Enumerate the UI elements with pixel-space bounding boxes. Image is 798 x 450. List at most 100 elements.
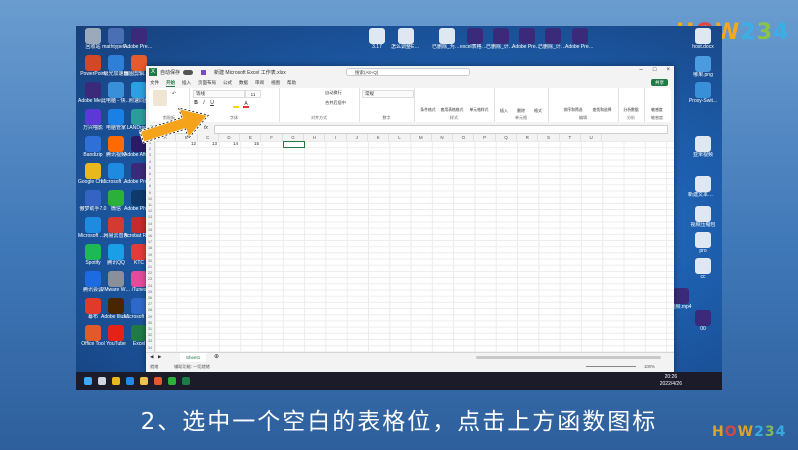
tab-8[interactable]: 帮助 <box>287 80 296 86</box>
row-header[interactable]: 9 <box>146 191 154 195</box>
row-header[interactable]: 4 <box>146 160 154 164</box>
column-header[interactable]: R <box>517 134 539 141</box>
desktop-icon[interactable]: 新建文本文档.txt <box>688 176 718 198</box>
table-format-button[interactable]: 套用表格格式 <box>440 108 464 113</box>
desktop-icon[interactable]: pro <box>688 232 718 254</box>
column-header[interactable]: N <box>432 134 454 141</box>
row-header[interactable]: 22 <box>146 271 154 275</box>
conditional-format-button[interactable]: 条件格式 <box>416 108 440 113</box>
horizontal-scrollbar[interactable] <box>476 356 661 359</box>
sheet-nav-prev-icon[interactable]: ◀ <box>150 354 153 360</box>
zoom-level[interactable]: 100% <box>644 364 655 369</box>
analyze-data-button[interactable]: 分析数据 <box>619 108 643 113</box>
share-button[interactable]: 共享 <box>651 79 668 86</box>
status-accessibility[interactable]: 辅助功能: 一切就绪 <box>174 364 210 370</box>
selected-cell[interactable] <box>283 141 305 148</box>
row-header[interactable]: 18 <box>146 246 154 250</box>
row-header[interactable]: 14 <box>146 222 154 226</box>
row-header[interactable]: 6 <box>146 172 154 176</box>
row-header[interactable]: 34 <box>146 346 154 350</box>
zoom-slider[interactable] <box>586 366 636 367</box>
cell-styles-button[interactable]: 单元格样式 <box>466 108 492 113</box>
column-header[interactable]: T <box>560 134 581 141</box>
find-select-button[interactable]: 查找和选择 <box>588 108 616 113</box>
cell-d1[interactable]: 14 <box>233 141 238 146</box>
taskbar-clock[interactable]: 20:26 2022/4/26 <box>660 374 682 388</box>
row-header[interactable]: 24 <box>146 284 154 288</box>
minimize-icon[interactable]: – <box>640 67 643 73</box>
autosave-label[interactable]: 自动保存 <box>160 69 180 76</box>
column-header[interactable]: O <box>453 134 475 141</box>
row-header[interactable]: 17 <box>146 240 154 244</box>
row-header[interactable]: 7 <box>146 178 154 182</box>
row-header[interactable]: 13 <box>146 215 154 219</box>
row-header[interactable]: 10 <box>146 197 154 201</box>
tab-3[interactable]: 页面布局 <box>198 80 216 86</box>
column-header[interactable]: G <box>283 134 305 141</box>
desktop-icon[interactable]: Adobe Premier... <box>565 28 595 50</box>
sheet-nav-next-icon[interactable]: ▶ <box>158 354 161 360</box>
row-header[interactable]: 3 <box>146 153 154 157</box>
tab-0[interactable]: 文件 <box>150 80 159 86</box>
row-header[interactable]: 28 <box>146 308 154 312</box>
windows-icon[interactable] <box>84 377 92 385</box>
number-format-select[interactable]: 常规 <box>362 90 414 98</box>
column-header[interactable]: J <box>347 134 368 141</box>
column-header[interactable]: M <box>411 134 432 141</box>
excel-icon[interactable] <box>182 377 190 385</box>
fill-color-icon[interactable] <box>233 101 239 108</box>
tab-1[interactable]: 开始 <box>166 80 175 87</box>
row-header[interactable]: 11 <box>146 203 154 207</box>
desktop-icon[interactable]: 哪果.png <box>688 56 718 78</box>
desktop-icon[interactable]: 已删除_计算机二级... <box>538 28 568 50</box>
desktop-icon[interactable]: 怎么调整Excel表格大... <box>391 28 421 50</box>
column-header[interactable]: U <box>581 134 603 141</box>
insert-button[interactable]: 插入 <box>496 108 512 113</box>
column-header[interactable]: D <box>219 134 241 141</box>
tab-6[interactable]: 审阅 <box>255 80 264 86</box>
maximize-icon[interactable]: □ <box>653 67 657 73</box>
column-header[interactable]: E <box>240 134 262 141</box>
desktop-icon[interactable]: Adobe Premiere... <box>124 28 154 50</box>
row-header[interactable]: 8 <box>146 184 154 188</box>
explorer-icon[interactable] <box>140 377 148 385</box>
desktop-icon[interactable]: 亚米视频 <box>688 136 718 158</box>
row-header[interactable]: 20 <box>146 259 154 263</box>
row-header[interactable]: 19 <box>146 253 154 257</box>
column-header[interactable]: S <box>538 134 560 141</box>
formula-input[interactable] <box>214 125 668 134</box>
row-header[interactable]: 31 <box>146 327 154 331</box>
edge-icon[interactable] <box>126 377 134 385</box>
row-header[interactable]: 5 <box>146 166 154 170</box>
column-header[interactable]: L <box>389 134 411 141</box>
desktop-icon[interactable]: host.docx <box>688 28 718 50</box>
merge-center-button[interactable]: 合并后居中 <box>325 100 357 106</box>
app-icon[interactable] <box>154 377 162 385</box>
wrap-text-button[interactable]: 自动换行 <box>325 90 357 96</box>
delete-button[interactable]: 删除 <box>513 108 529 113</box>
desktop-icon[interactable]: 已删除_为什么word文... <box>432 28 462 50</box>
desktop-icon[interactable]: 3.17 <box>362 28 392 50</box>
format-button[interactable]: 格式 <box>530 108 546 113</box>
row-header[interactable]: 15 <box>146 228 154 232</box>
row-header[interactable]: 26 <box>146 296 154 300</box>
row-header[interactable]: 25 <box>146 290 154 294</box>
desktop-icon[interactable]: 00 <box>688 310 718 332</box>
row-header[interactable]: 12 <box>146 209 154 213</box>
save-icon[interactable] <box>201 69 207 75</box>
font-color-icon[interactable]: A <box>243 101 249 108</box>
row-header[interactable]: 30 <box>146 321 154 325</box>
column-header[interactable]: F <box>262 134 283 141</box>
cell-e1[interactable]: 15 <box>254 141 259 146</box>
tab-4[interactable]: 公式 <box>223 80 232 86</box>
row-header[interactable]: 27 <box>146 302 154 306</box>
tab-5[interactable]: 数据 <box>239 80 248 86</box>
sensitivity-button[interactable]: 敏感度 <box>645 108 669 113</box>
tab-2[interactable]: 插入 <box>182 80 191 86</box>
cells-area[interactable]: 12 13 14 15 <box>155 141 674 352</box>
font-name-select[interactable]: 等线 <box>193 90 245 98</box>
tab-7[interactable]: 视图 <box>271 80 280 86</box>
search-icon[interactable] <box>98 377 106 385</box>
undo-icon[interactable]: ↶ <box>171 91 177 97</box>
row-header[interactable]: 29 <box>146 315 154 319</box>
